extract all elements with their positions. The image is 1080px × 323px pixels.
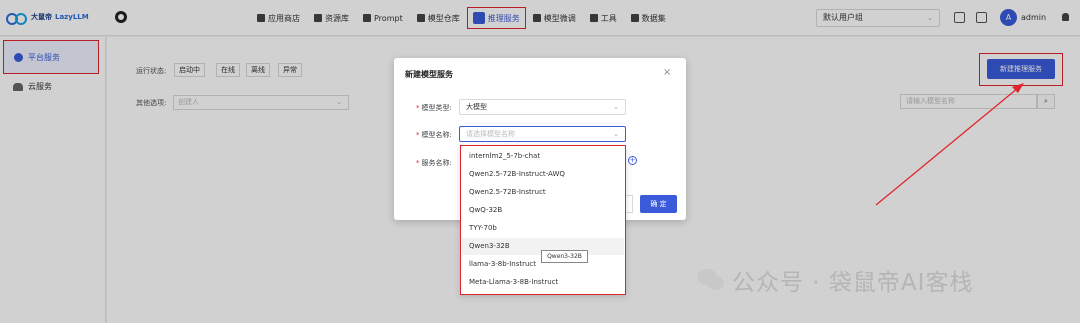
model-name-select[interactable]: 请选择模型名称 ⌄ <box>459 126 626 142</box>
watermark: 公众号 · 袋鼠帝AI客栈 <box>697 263 973 297</box>
chevron-down-icon: ⌄ <box>613 130 619 138</box>
close-icon[interactable]: × <box>663 67 671 78</box>
list-item[interactable]: Qwen2.5-72B-Instruct-AWQ <box>462 166 624 183</box>
list-item[interactable]: QwQ-32B <box>462 202 624 219</box>
list-item[interactable]: TYY-70b <box>462 220 624 237</box>
add-icon[interactable]: + <box>628 156 637 165</box>
confirm-button[interactable]: 确 定 <box>640 195 677 213</box>
list-item[interactable]: Qwen2.5-72B-Instruct <box>462 184 624 201</box>
watermark-text: 公众号 · 袋鼠帝AI客栈 <box>732 270 974 296</box>
service-name-label: * 服务名称: <box>416 159 452 167</box>
list-item[interactable]: internlm2_5-7b-chat <box>462 148 624 165</box>
model-name-label: * 模型名称: <box>416 131 452 139</box>
model-name-dropdown: internlm2_5-7b-chat Qwen2.5-72B-Instruct… <box>460 145 626 295</box>
dialog-title: 新建模型服务 <box>405 70 453 79</box>
option-tooltip: Qwen3-32B <box>541 250 588 263</box>
list-item[interactable]: Meta-Llama-3-8B-Instruct <box>462 274 624 291</box>
wechat-icon <box>697 269 725 291</box>
model-type-label: * 模型类型: <box>416 104 452 112</box>
chevron-down-icon: ⌄ <box>613 103 619 111</box>
model-type-select[interactable]: 大模型 ⌄ <box>459 99 626 115</box>
